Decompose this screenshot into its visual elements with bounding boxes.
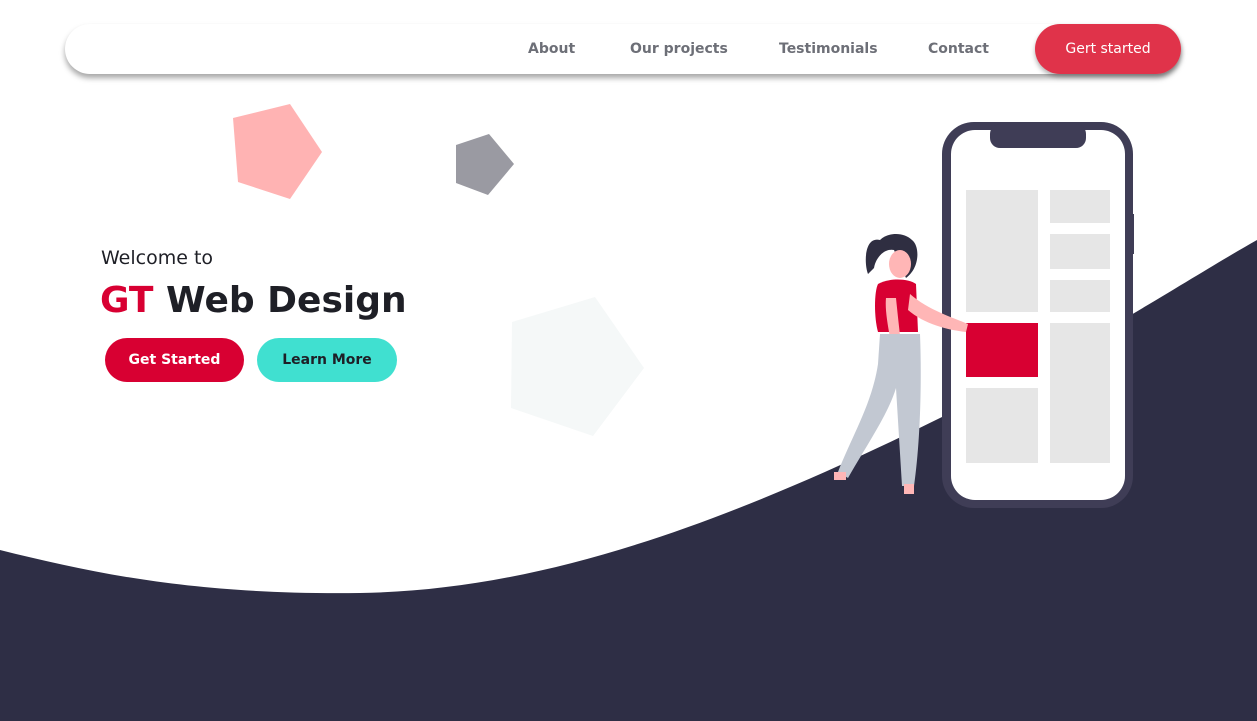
learn-more-button[interactable]: Learn More <box>257 338 397 382</box>
hero-title: GT Web Design <box>100 280 407 321</box>
woman-with-phone-illustration <box>834 122 1134 508</box>
nav-get-started-button[interactable]: Gert started <box>1035 24 1181 74</box>
hero-kicker: Welcome to <box>101 247 214 269</box>
hero-title-accent: GT <box>100 280 154 321</box>
nav-link-testimonials[interactable]: Testimonials <box>779 24 878 74</box>
hero-title-rest: Web Design <box>166 280 407 321</box>
nav-link-contact[interactable]: Contact <box>928 24 989 74</box>
pentagon-light-decor <box>511 297 644 436</box>
pentagon-gray-decor <box>456 134 514 195</box>
pentagon-pink-decor <box>233 104 322 199</box>
navbar: About Our projects Testimonials Contact … <box>65 24 1181 74</box>
nav-link-about[interactable]: About <box>528 24 575 74</box>
nav-link-our-projects[interactable]: Our projects <box>630 24 728 74</box>
get-started-button[interactable]: Get Started <box>105 338 244 382</box>
